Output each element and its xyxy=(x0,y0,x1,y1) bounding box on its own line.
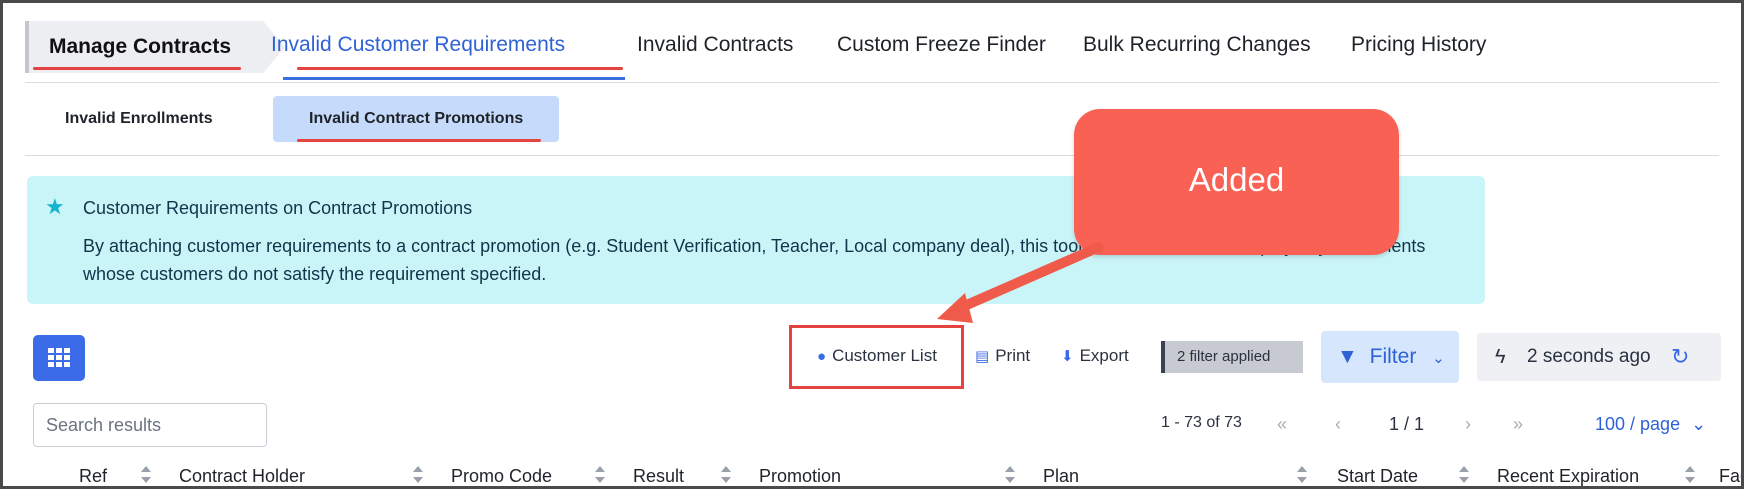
filter-icon: ▼ xyxy=(1337,345,1358,368)
grid-view-button[interactable] xyxy=(33,335,85,381)
sort-icon[interactable] xyxy=(139,463,153,486)
sort-icon[interactable] xyxy=(1295,463,1309,486)
annotation-underline-subtab xyxy=(297,139,541,142)
last-page-icon[interactable]: » xyxy=(1513,414,1523,435)
export-button[interactable]: ⬇ Export xyxy=(1061,346,1129,366)
sort-icon[interactable] xyxy=(1683,463,1697,486)
page-size-select[interactable]: 100 / page ⌄ xyxy=(1595,414,1706,435)
column-header-promo-code[interactable]: Promo Code xyxy=(451,466,552,486)
tab-invalid-contracts[interactable]: Invalid Contracts xyxy=(637,33,793,57)
customer-list-button[interactable]: ● Customer List xyxy=(817,346,937,366)
column-header-contract-holder[interactable]: Contract Holder xyxy=(179,466,305,486)
annotation-underline-breadcrumb xyxy=(33,67,241,70)
filter-button[interactable]: ▼ Filter ⌄ xyxy=(1321,331,1459,383)
lightning-icon: ϟ xyxy=(1495,346,1506,368)
callout-text: Added xyxy=(1188,161,1285,198)
prev-page-icon[interactable]: ‹ xyxy=(1335,414,1341,435)
tab-pricing-history[interactable]: Pricing History xyxy=(1351,33,1486,57)
tab-invalid-customer-requirements[interactable]: Invalid Customer Requirements xyxy=(271,33,565,57)
annotation-underline-active-tab xyxy=(297,67,623,70)
grid-icon xyxy=(48,348,70,367)
column-header-promotion[interactable]: Promotion xyxy=(759,466,841,486)
print-button[interactable]: ▤ Print xyxy=(975,346,1030,366)
pagination-range: 1 - 73 of 73 xyxy=(1161,414,1242,431)
alert-title: Customer Requirements on Contract Promot… xyxy=(83,198,473,218)
sub-tab-bar: Invalid Enrollments Invalid Contract Pro… xyxy=(25,83,1719,156)
last-refreshed-indicator: ϟ 2 seconds ago ↻ xyxy=(1477,333,1721,381)
app-window: Manage Contracts Invalid Customer Requir… xyxy=(0,0,1744,489)
column-header-start-date[interactable]: Start Date xyxy=(1337,466,1418,486)
active-tab-indicator xyxy=(283,77,625,80)
person-icon: ● xyxy=(817,348,827,365)
last-refreshed-time: 2 seconds ago xyxy=(1527,346,1651,367)
sort-icon[interactable] xyxy=(1457,463,1471,486)
printer-icon: ▤ xyxy=(975,348,990,365)
export-icon: ⬇ xyxy=(1061,348,1074,365)
filter-applied-badge: 2 filter applied xyxy=(1161,341,1303,373)
subtab-invalid-contract-promotions[interactable]: Invalid Contract Promotions xyxy=(273,96,560,142)
filter-label: Filter xyxy=(1369,345,1417,368)
added-callout: Added xyxy=(1074,109,1399,255)
print-label: Print xyxy=(995,346,1031,365)
column-header-result[interactable]: Result xyxy=(633,466,684,486)
breadcrumb[interactable]: Manage Contracts xyxy=(25,21,285,73)
top-tab-bar: Manage Contracts Invalid Customer Requir… xyxy=(25,21,1719,83)
customer-list-label: Customer List xyxy=(832,346,937,365)
sort-icon[interactable] xyxy=(411,463,425,486)
sort-icon[interactable] xyxy=(593,463,607,486)
tab-custom-freeze-finder[interactable]: Custom Freeze Finder xyxy=(837,33,1046,57)
star-icon: ★ xyxy=(45,194,65,219)
sort-icon[interactable] xyxy=(1003,463,1017,486)
export-label: Export xyxy=(1079,346,1129,365)
column-header-fac[interactable]: Fac xyxy=(1719,466,1741,486)
refresh-icon[interactable]: ↻ xyxy=(1671,333,1689,381)
search-input[interactable] xyxy=(33,403,267,447)
first-page-icon[interactable]: « xyxy=(1277,414,1287,435)
chevron-down-icon: ⌄ xyxy=(1691,414,1707,434)
page-size-label: 100 / page xyxy=(1595,414,1681,434)
breadcrumb-label: Manage Contracts xyxy=(49,35,232,58)
column-header-recent-expiration[interactable]: Recent Expiration xyxy=(1497,466,1639,486)
column-header-plan[interactable]: Plan xyxy=(1043,466,1079,486)
column-header-ref[interactable]: Ref xyxy=(79,466,107,486)
page-indicator: 1 / 1 xyxy=(1389,414,1425,434)
tab-bulk-recurring-changes[interactable]: Bulk Recurring Changes xyxy=(1083,33,1311,57)
subtab-invalid-enrollments[interactable]: Invalid Enrollments xyxy=(65,96,213,142)
next-page-icon[interactable]: › xyxy=(1465,414,1471,435)
sort-icon[interactable] xyxy=(719,463,733,486)
chevron-down-icon: ⌄ xyxy=(1432,350,1445,367)
